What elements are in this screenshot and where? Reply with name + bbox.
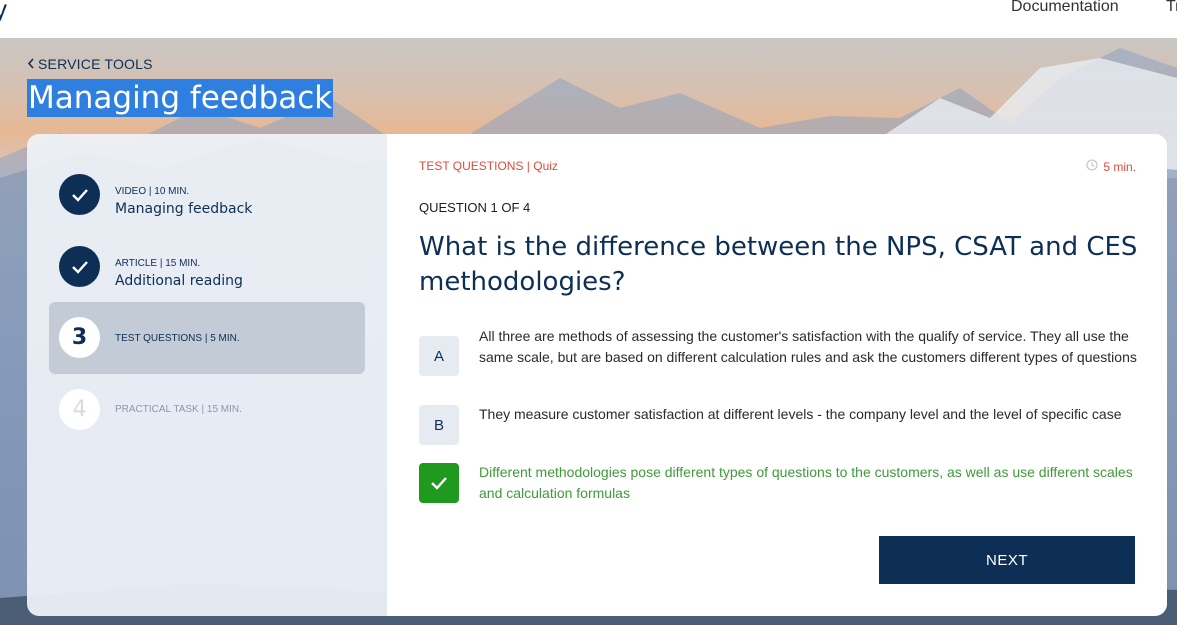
chevron-left-icon — [27, 56, 35, 72]
answer-option-c[interactable]: Different methodologies pose different t… — [419, 462, 1135, 504]
step-meta: VIDEO | 10 MIN. — [115, 186, 190, 197]
nav-truncated-link[interactable]: Tr — [1166, 0, 1177, 16]
steps-sidebar: VIDEO | 10 MIN. Managing feedback ARTICL… — [27, 134, 387, 616]
back-link-label: SERVICE TOOLS — [38, 56, 153, 72]
step-meta: PRACTICAL TASK | 15 MIN. — [115, 404, 242, 415]
step-title: Additional reading — [115, 273, 243, 289]
step-test-questions[interactable]: 3 TEST QUESTIONS | 5 MIN. — [49, 302, 365, 374]
next-button[interactable]: NEXT — [879, 536, 1135, 584]
step-article[interactable]: ARTICLE | 15 MIN. Additional reading — [49, 231, 365, 303]
answer-text: All three are methods of assessing the c… — [479, 328, 1137, 365]
step-practical-task[interactable]: 4 PRACTICAL TASK | 15 MIN. — [49, 374, 365, 446]
step-title: Managing feedback — [115, 201, 253, 217]
step-number: 4 — [59, 389, 100, 430]
answer-letter: B — [419, 405, 459, 445]
answer-option-a[interactable]: A All three are methods of assessing the… — [419, 326, 1137, 389]
top-bar: y Documentation Tr — [0, 0, 1177, 38]
step-number: 3 — [59, 317, 100, 358]
answer-option-b[interactable]: B They measure customer satisfaction at … — [419, 404, 1135, 446]
quiz-label: TEST QUESTIONS | Quiz — [419, 159, 558, 173]
check-icon — [419, 463, 459, 503]
question-text: What is the difference between the NPS, … — [419, 232, 1138, 297]
page-title: Managing feedback — [27, 79, 334, 117]
step-meta: ARTICLE | 15 MIN. — [115, 258, 201, 269]
question-counter: QUESTION 1 OF 4 — [419, 200, 531, 215]
nav-documentation-link[interactable]: Documentation — [1011, 0, 1119, 16]
time-estimate: 5 min. — [1086, 159, 1136, 174]
clock-icon — [1086, 159, 1098, 174]
answer-letter: A — [419, 336, 459, 376]
check-circle-icon — [59, 246, 100, 287]
lesson-card: VIDEO | 10 MIN. Managing feedback ARTICL… — [27, 134, 1167, 616]
step-video[interactable]: VIDEO | 10 MIN. Managing feedback — [49, 159, 365, 231]
step-meta: TEST QUESTIONS | 5 MIN. — [115, 333, 240, 344]
check-circle-icon — [59, 174, 100, 215]
logo[interactable]: y — [0, 0, 7, 25]
quiz-panel: TEST QUESTIONS | Quiz 5 min. QUESTION 1 … — [387, 134, 1167, 616]
answer-text: They measure customer satisfaction at di… — [479, 406, 1122, 422]
back-link-service-tools[interactable]: SERVICE TOOLS — [27, 56, 153, 72]
answer-text: Different methodologies pose different t… — [479, 464, 1133, 501]
time-label: 5 min. — [1103, 159, 1136, 174]
